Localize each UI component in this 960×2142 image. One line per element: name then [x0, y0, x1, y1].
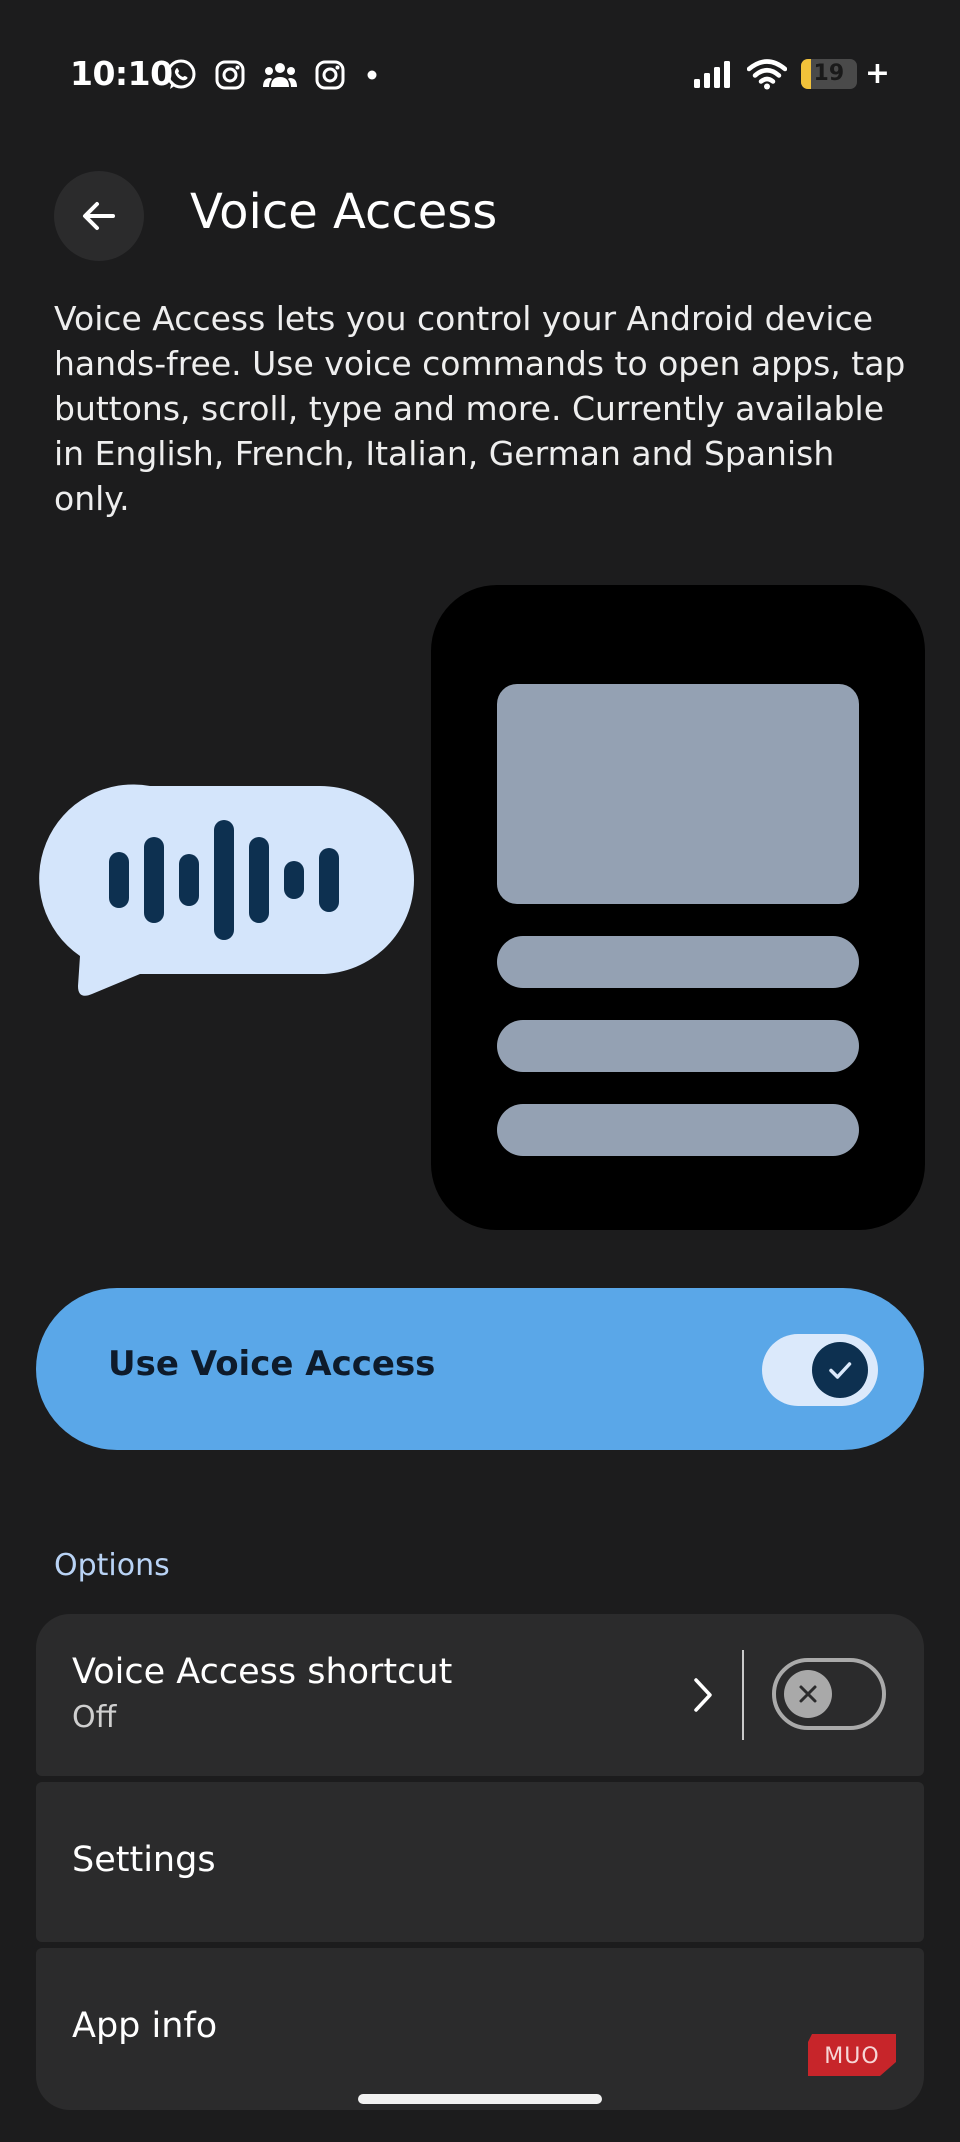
- battery-level: 19: [813, 61, 845, 86]
- home-indicator[interactable]: [358, 2094, 602, 2104]
- description-text: Voice Access lets you control your Andro…: [54, 299, 906, 518]
- status-time: 10:10: [70, 54, 173, 93]
- use-voice-access-label: Use Voice Access: [108, 1344, 436, 1384]
- signal-icon: [693, 61, 730, 88]
- check-icon: [829, 1362, 852, 1379]
- charging-indicator: +: [864, 56, 890, 91]
- instagram-icon: [215, 60, 245, 90]
- voice-access-shortcut-switch[interactable]: [772, 1658, 886, 1730]
- back-button[interactable]: [54, 171, 144, 261]
- phone-screen-icon: [431, 585, 925, 1230]
- status-bar: 10:10 19 +: [0, 0, 960, 120]
- voice-access-illustration: [39, 585, 925, 1230]
- switch-knob: [784, 1670, 832, 1718]
- settings-row[interactable]: Settings: [36, 1782, 924, 1942]
- page-title: Voice Access: [190, 184, 498, 240]
- switch-knob: [812, 1342, 868, 1398]
- row-divider: [742, 1650, 744, 1740]
- voice-access-shortcut-title: Voice Access shortcut: [72, 1652, 453, 1692]
- dot-icon: [367, 70, 377, 80]
- muo-watermark-logo: MUO: [808, 2034, 896, 2076]
- arrow-back-icon: [83, 202, 115, 230]
- notification-icons: [164, 58, 382, 92]
- wifi-icon: [746, 59, 787, 90]
- use-voice-access-switch[interactable]: [762, 1334, 878, 1406]
- group-icon: [263, 63, 297, 87]
- app-info-row[interactable]: App info: [36, 1948, 924, 2110]
- svg-text:MUO: MUO: [824, 2044, 879, 2069]
- close-icon: [799, 1685, 817, 1703]
- instagram-icon: [315, 60, 345, 90]
- voice-access-screen: 10:10 19 + Voice Access Voice Access let…: [0, 0, 960, 2142]
- use-voice-access-toggle-card[interactable]: Use Voice Access: [36, 1288, 924, 1450]
- speech-bubble-icon: [39, 784, 414, 996]
- voice-access-shortcut-row[interactable]: Voice Access shortcut Off: [36, 1614, 924, 1776]
- options-section-title: Options: [54, 1548, 170, 1583]
- settings-title: Settings: [72, 1840, 216, 1880]
- whatsapp-icon: [166, 59, 196, 89]
- voice-access-shortcut-status: Off: [72, 1700, 117, 1735]
- battery-indicator: 19: [800, 59, 857, 89]
- chevron-right-icon: [694, 1678, 712, 1712]
- system-icons: 19 +: [693, 58, 890, 90]
- app-info-title: App info: [72, 2006, 218, 2046]
